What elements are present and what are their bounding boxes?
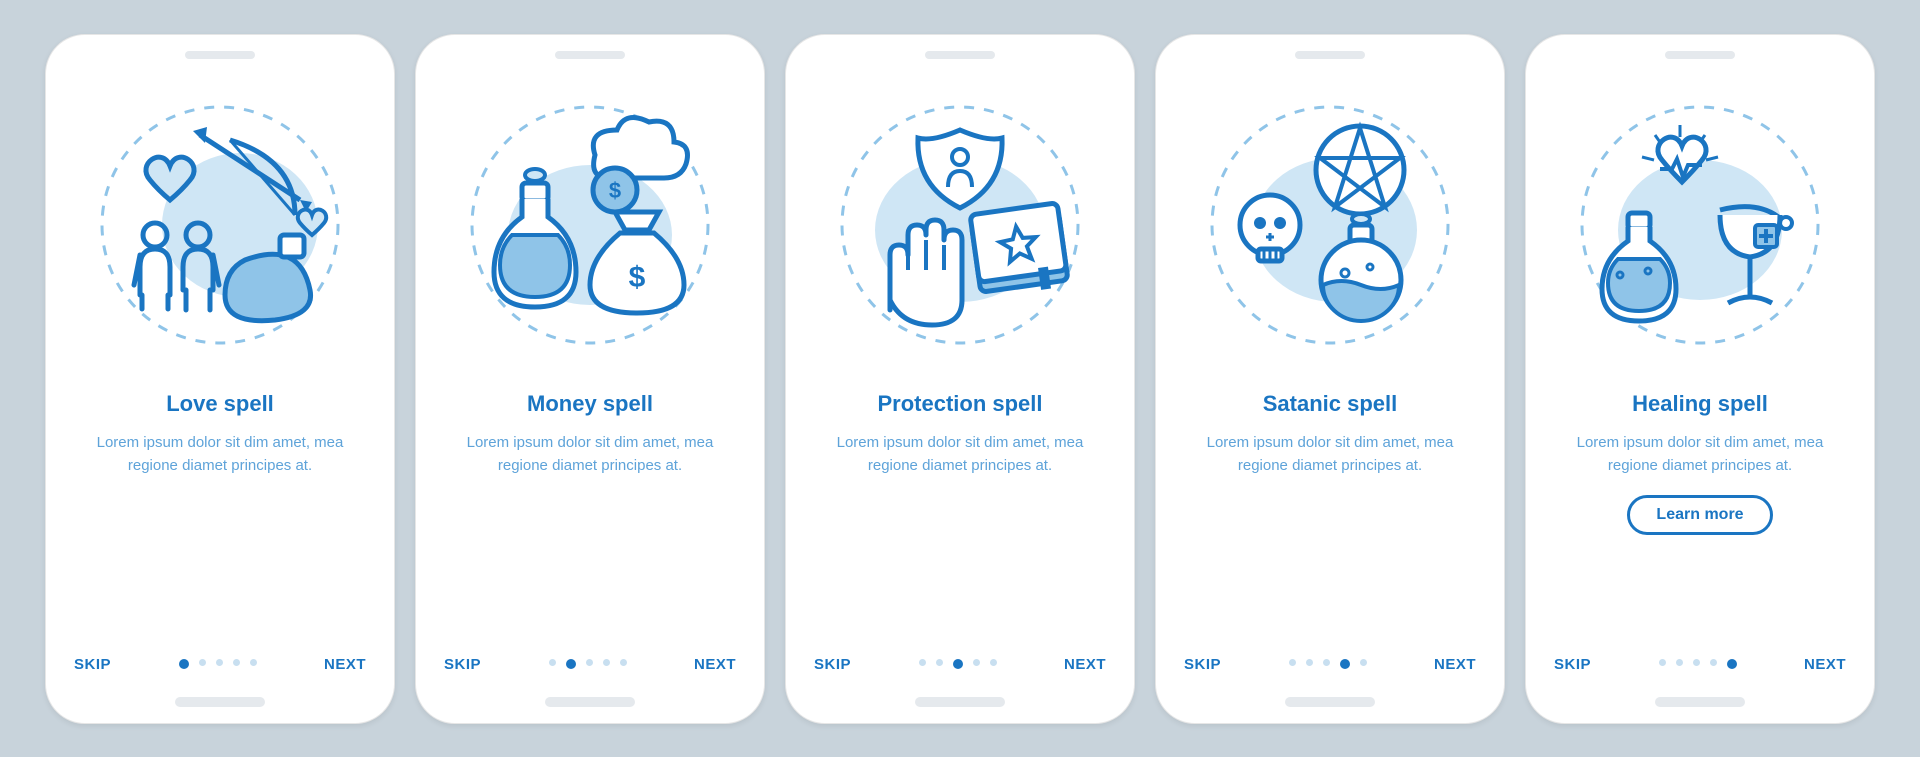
- svg-text:$: $: [629, 261, 646, 294]
- page-indicator: [179, 659, 257, 669]
- page-dot: [1710, 659, 1717, 666]
- screen-description: Lorem ipsum dolor sit dim amet, mea regi…: [1570, 431, 1830, 478]
- phone-speaker: [555, 51, 625, 59]
- page-dot: [1289, 659, 1296, 666]
- page-dot: [620, 659, 627, 666]
- screen-title: Protection spell: [877, 391, 1042, 417]
- protection-spell-icon: [830, 95, 1090, 355]
- phone-speaker: [925, 51, 995, 59]
- onboarding-nav: SKIP NEXT: [74, 656, 366, 673]
- screen-description: Lorem ipsum dolor sit dim amet, mea regi…: [90, 431, 350, 478]
- learn-more-button[interactable]: Learn more: [1627, 495, 1772, 535]
- phone-screen-protection: Protection spell Lorem ipsum dolor sit d…: [785, 34, 1135, 724]
- next-button[interactable]: NEXT: [694, 656, 736, 673]
- page-dot: [1727, 659, 1737, 669]
- page-dot: [1340, 659, 1350, 669]
- page-dot: [566, 659, 576, 669]
- money-spell-icon: $ $: [460, 95, 720, 355]
- onboarding-nav: SKIP NEXT: [814, 656, 1106, 673]
- page-dot: [973, 659, 980, 666]
- page-dot: [586, 659, 593, 666]
- page-indicator: [1659, 659, 1737, 669]
- screen-title: Satanic spell: [1263, 391, 1398, 417]
- onboarding-nav: SKIP NEXT: [1184, 656, 1476, 673]
- page-dot: [179, 659, 189, 669]
- screen-description: Lorem ipsum dolor sit dim amet, mea regi…: [460, 431, 720, 478]
- phone-screen-healing: Healing spell Lorem ipsum dolor sit dim …: [1525, 34, 1875, 724]
- page-dot: [199, 659, 206, 666]
- svg-text:$: $: [609, 178, 621, 203]
- page-dot: [216, 659, 223, 666]
- satanic-spell-icon: [1200, 95, 1460, 355]
- skip-button[interactable]: SKIP: [444, 656, 481, 673]
- page-dot: [936, 659, 943, 666]
- page-dot: [1659, 659, 1666, 666]
- phone-home-bar: [175, 697, 265, 707]
- phone-screen-love: Love spell Lorem ipsum dolor sit dim ame…: [45, 34, 395, 724]
- page-dot: [1360, 659, 1367, 666]
- page-dot: [1323, 659, 1330, 666]
- phone-speaker: [1665, 51, 1735, 59]
- page-dot: [233, 659, 240, 666]
- page-dot: [919, 659, 926, 666]
- page-dot: [603, 659, 610, 666]
- screen-description: Lorem ipsum dolor sit dim amet, mea regi…: [830, 431, 1090, 478]
- phone-speaker: [185, 51, 255, 59]
- phone-speaker: [1295, 51, 1365, 59]
- phone-home-bar: [1655, 697, 1745, 707]
- skip-button[interactable]: SKIP: [1184, 656, 1221, 673]
- page-indicator: [549, 659, 627, 669]
- page-dot: [1676, 659, 1683, 666]
- next-button[interactable]: NEXT: [324, 656, 366, 673]
- page-dot: [549, 659, 556, 666]
- page-indicator: [919, 659, 997, 669]
- page-indicator: [1289, 659, 1367, 669]
- phone-home-bar: [1285, 697, 1375, 707]
- next-button[interactable]: NEXT: [1064, 656, 1106, 673]
- onboarding-stage: Love spell Lorem ipsum dolor sit dim ame…: [0, 0, 1920, 757]
- onboarding-nav: SKIP NEXT: [444, 656, 736, 673]
- phone-home-bar: [545, 697, 635, 707]
- healing-spell-icon: [1570, 95, 1830, 355]
- phone-home-bar: [915, 697, 1005, 707]
- screen-title: Healing spell: [1632, 391, 1768, 417]
- phone-screen-money: $ $ Money spell Lorem ipsum dolor sit di…: [415, 34, 765, 724]
- skip-button[interactable]: SKIP: [1554, 656, 1591, 673]
- page-dot: [250, 659, 257, 666]
- onboarding-nav: SKIP NEXT: [1554, 656, 1846, 673]
- screen-title: Money spell: [527, 391, 653, 417]
- phone-screen-satanic: Satanic spell Lorem ipsum dolor sit dim …: [1155, 34, 1505, 724]
- page-dot: [1306, 659, 1313, 666]
- page-dot: [953, 659, 963, 669]
- screen-title: Love spell: [166, 391, 274, 417]
- skip-button[interactable]: SKIP: [74, 656, 111, 673]
- love-spell-icon: [90, 95, 350, 355]
- page-dot: [1693, 659, 1700, 666]
- next-button[interactable]: NEXT: [1804, 656, 1846, 673]
- next-button[interactable]: NEXT: [1434, 656, 1476, 673]
- screen-description: Lorem ipsum dolor sit dim amet, mea regi…: [1200, 431, 1460, 478]
- skip-button[interactable]: SKIP: [814, 656, 851, 673]
- page-dot: [990, 659, 997, 666]
